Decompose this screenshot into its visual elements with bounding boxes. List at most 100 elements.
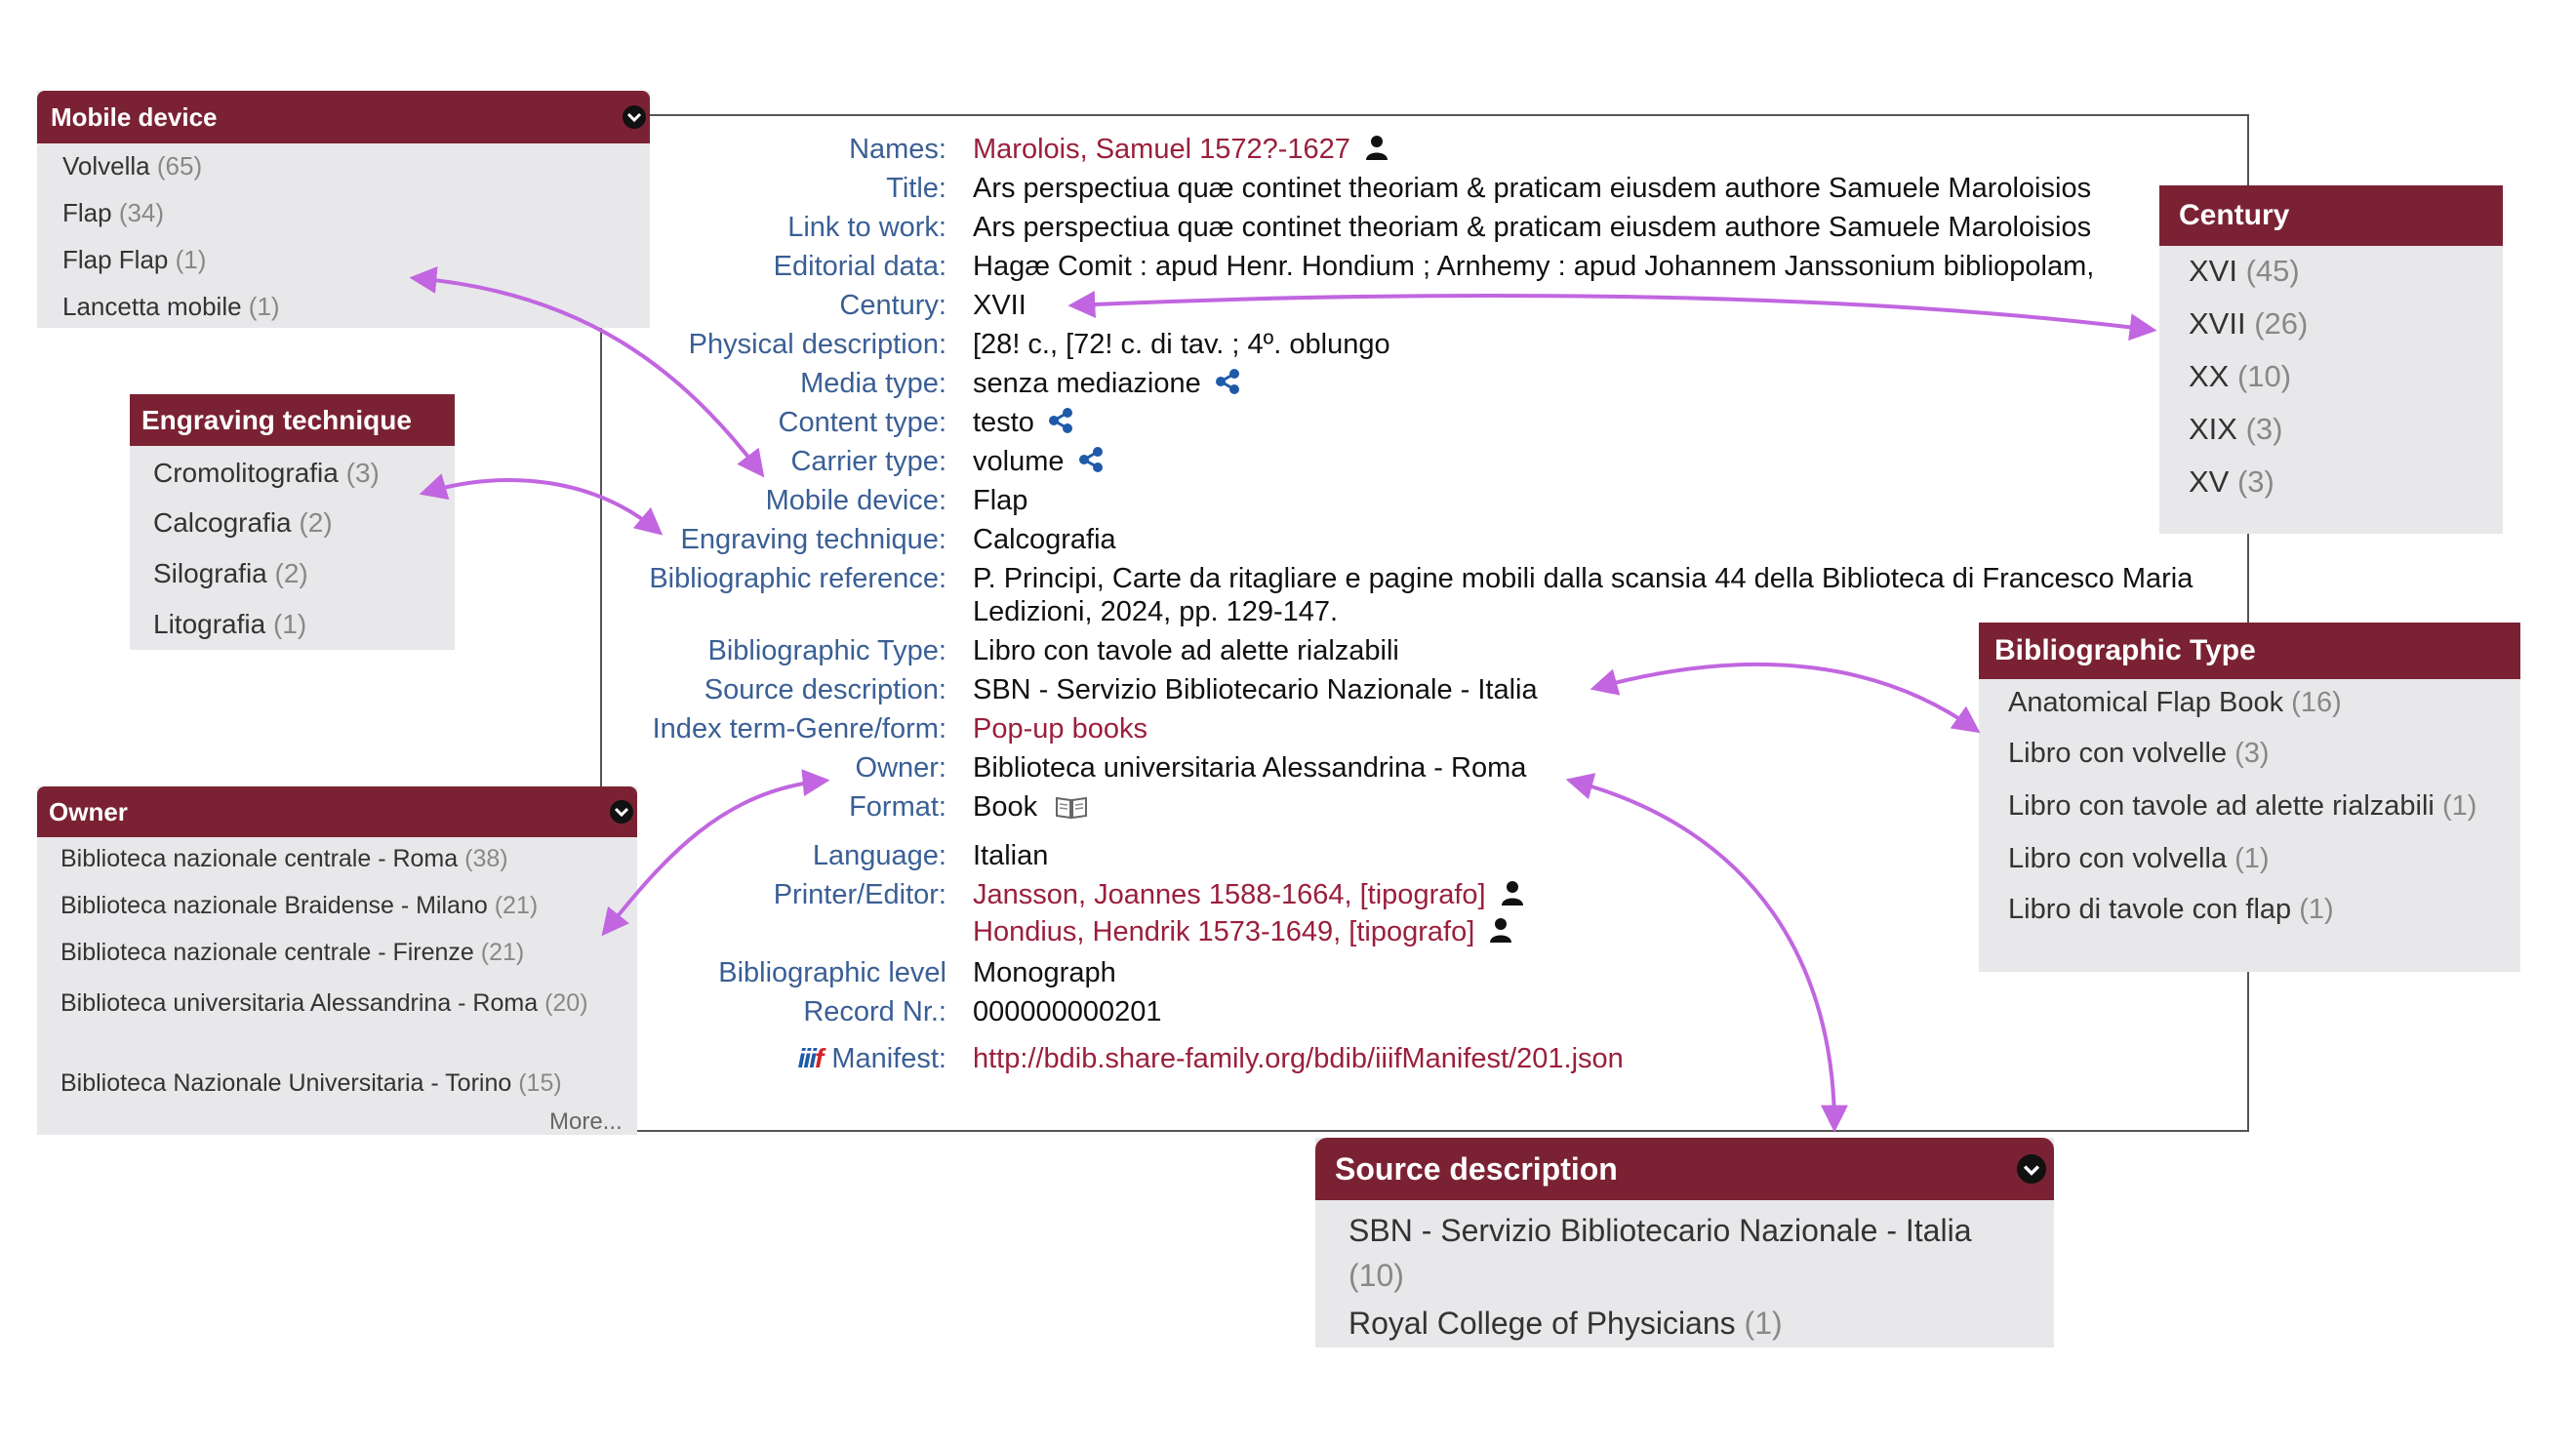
facet-century: Century XVI (45) XVII (26) XX (10) XIX (… <box>2159 185 2503 534</box>
field-label: Physical description: <box>688 329 946 360</box>
field-label: Mobile device: <box>765 485 946 516</box>
facet-source-description: Source description SBN - Servizio Biblio… <box>1315 1138 2054 1348</box>
manifest-link[interactable]: http://bdib.share-family.org/bdib/iiifMa… <box>973 1041 1624 1076</box>
field-label: Language: <box>812 840 946 871</box>
field-label: Printer/Editor: <box>773 879 946 910</box>
facet-title: Mobile device <box>51 102 218 132</box>
genre-link[interactable]: Pop-up books <box>973 711 1147 746</box>
field-value: Flap <box>973 485 1028 516</box>
field-label: Format: <box>849 791 946 823</box>
facet-title: Bibliographic Type <box>1994 634 2256 666</box>
field-label: Link to work: <box>787 212 946 243</box>
facet-item[interactable]: Biblioteca nazionale Braidense - Milano … <box>60 892 538 920</box>
field-label: Century: <box>839 290 946 321</box>
facet-item[interactable]: Cromolitografia (3) <box>153 458 380 489</box>
chevron-down-icon[interactable] <box>623 105 646 129</box>
field-value[interactable]: Ars perspectiua quæ continet theoriam & … <box>973 210 2091 245</box>
facet-mobile-device: Mobile device Volvella (65) Flap (34) Fl… <box>37 91 650 328</box>
field-label: Bibliographic reference: <box>649 563 946 594</box>
facet-item[interactable]: SBN - Servizio Bibliotecario Nazionale -… <box>1348 1208 2032 1298</box>
facet-item[interactable]: Volvella (65) <box>62 151 202 181</box>
field-label: Record Nr.: <box>803 996 946 1027</box>
facet-item[interactable]: Libro con volvella (1) <box>2008 843 2270 875</box>
field-value: Libro con tavole ad alette rialzabili <box>973 635 1399 666</box>
book-icon <box>1056 796 1088 820</box>
facet-item[interactable]: Royal College of Physicians (1) <box>1348 1306 1783 1342</box>
facet-item[interactable]: XVI (45) <box>2189 254 2300 289</box>
author-link[interactable]: Marolois, Samuel 1572?-1627 <box>973 134 1350 165</box>
field-label: Bibliographic Type: <box>707 635 946 666</box>
facet-item[interactable]: Biblioteca nazionale centrale - Firenze … <box>60 939 524 967</box>
field-label: Media type: <box>800 368 946 399</box>
field-label: Engraving technique: <box>680 524 946 555</box>
field-label: Names: <box>849 134 946 165</box>
share-icon[interactable] <box>1078 447 1104 472</box>
field-value: Italian <box>973 840 1049 871</box>
person-icon[interactable] <box>1490 917 1512 943</box>
facet-header[interactable]: Engraving technique <box>130 394 455 446</box>
field-value: Hagæ Comit : apud Henr. Hondium ; Arnhem… <box>973 251 2095 282</box>
facet-item[interactable]: XVII (26) <box>2189 306 2308 342</box>
facet-item[interactable]: Libro di tavole con flap (1) <box>2008 894 2334 926</box>
field-value: testo <box>973 407 1034 438</box>
facet-item[interactable]: XX (10) <box>2189 359 2291 394</box>
facet-item[interactable]: Lancetta mobile (1) <box>62 292 280 322</box>
printer-link[interactable]: Jansson, Joannes 1588-1664, [tipografo] <box>973 879 1486 910</box>
field-value: volume <box>973 446 1065 477</box>
field-value: XVII <box>973 290 1026 321</box>
facet-item[interactable]: Libro con volvelle (3) <box>2008 738 2270 770</box>
facet-header[interactable]: Century <box>2159 185 2503 246</box>
facet-header[interactable]: Bibliographic Type <box>1979 623 2520 679</box>
field-value: Ledizioni, 2024, pp. 129-147. <box>973 596 1339 627</box>
facet-item[interactable]: Silografia (2) <box>153 558 308 589</box>
facet-item[interactable]: XIX (3) <box>2189 412 2282 447</box>
printer-link[interactable]: Hondius, Hendrik 1573-1649, [tipografo] <box>973 916 1474 947</box>
field-label: Content type: <box>778 407 947 438</box>
facet-item[interactable]: Biblioteca Nazionale Universitaria - Tor… <box>60 1069 562 1098</box>
person-icon[interactable] <box>1365 135 1388 160</box>
more-link[interactable]: More... <box>549 1108 623 1136</box>
facet-owner: Owner Biblioteca nazionale centrale - Ro… <box>37 786 637 1135</box>
field-label: Manifest: <box>831 1043 946 1074</box>
chevron-down-icon[interactable] <box>2017 1154 2046 1184</box>
field-label: Title: <box>886 173 946 204</box>
person-icon[interactable] <box>1501 880 1523 906</box>
facet-item[interactable]: Litografia (1) <box>153 609 306 640</box>
facet-title: Owner <box>49 797 128 826</box>
field-label: Owner: <box>855 752 946 784</box>
field-value: Biblioteca universitaria Alessandrina - … <box>973 752 1527 784</box>
field-label: Editorial data: <box>773 251 946 282</box>
field-value: Monograph <box>973 957 1116 988</box>
facet-item[interactable]: Biblioteca nazionale centrale - Roma (38… <box>60 845 508 873</box>
facet-item[interactable]: Biblioteca universitaria Alessandrina - … <box>60 986 607 1021</box>
field-value: 000000000201 <box>973 996 1162 1027</box>
field-label: Source description: <box>704 674 946 705</box>
field-value: P. Principi, Carte da ritagliare e pagin… <box>973 563 2194 594</box>
facet-header[interactable]: Mobile device <box>37 91 650 143</box>
field-label: Carrier type: <box>790 446 946 477</box>
facet-header[interactable]: Source description <box>1315 1138 2054 1200</box>
facet-title: Century <box>2179 199 2290 231</box>
field-value: Ars perspectiua quæ continet theoriam & … <box>973 173 2092 204</box>
facet-bibliographic-type: Bibliographic Type Anatomical Flap Book … <box>1979 623 2520 972</box>
facet-header[interactable]: Owner <box>37 786 637 837</box>
field-value: senza mediazione <box>973 368 1201 399</box>
field-label: Bibliographic level <box>718 957 946 988</box>
field-label: Index term-Genre/form: <box>652 713 946 745</box>
field-value: Calcografia <box>973 524 1116 555</box>
facet-item[interactable]: Flap Flap (1) <box>62 245 206 275</box>
facet-item[interactable]: Calcografia (2) <box>153 507 333 539</box>
share-icon[interactable] <box>1048 408 1073 433</box>
facet-item[interactable]: Anatomical Flap Book (16) <box>2008 687 2342 719</box>
facet-title: Source description <box>1335 1151 1618 1187</box>
field-value: Book <box>973 791 1038 823</box>
field-value: [28! c., [72! c. di tav. ; 4º. oblungo <box>973 329 1390 360</box>
facet-item[interactable]: XV (3) <box>2189 464 2274 500</box>
share-icon[interactable] <box>1215 369 1240 394</box>
iiif-logo-icon: iiif <box>797 1043 825 1073</box>
chevron-down-icon[interactable] <box>610 800 633 824</box>
facet-title: Engraving technique <box>141 405 412 435</box>
field-value: SBN - Servizio Bibliotecario Nazionale -… <box>973 674 1538 705</box>
facet-item[interactable]: Flap (34) <box>62 198 164 228</box>
facet-item[interactable]: Libro con tavole ad alette rialzabili (1… <box>2008 790 2476 823</box>
